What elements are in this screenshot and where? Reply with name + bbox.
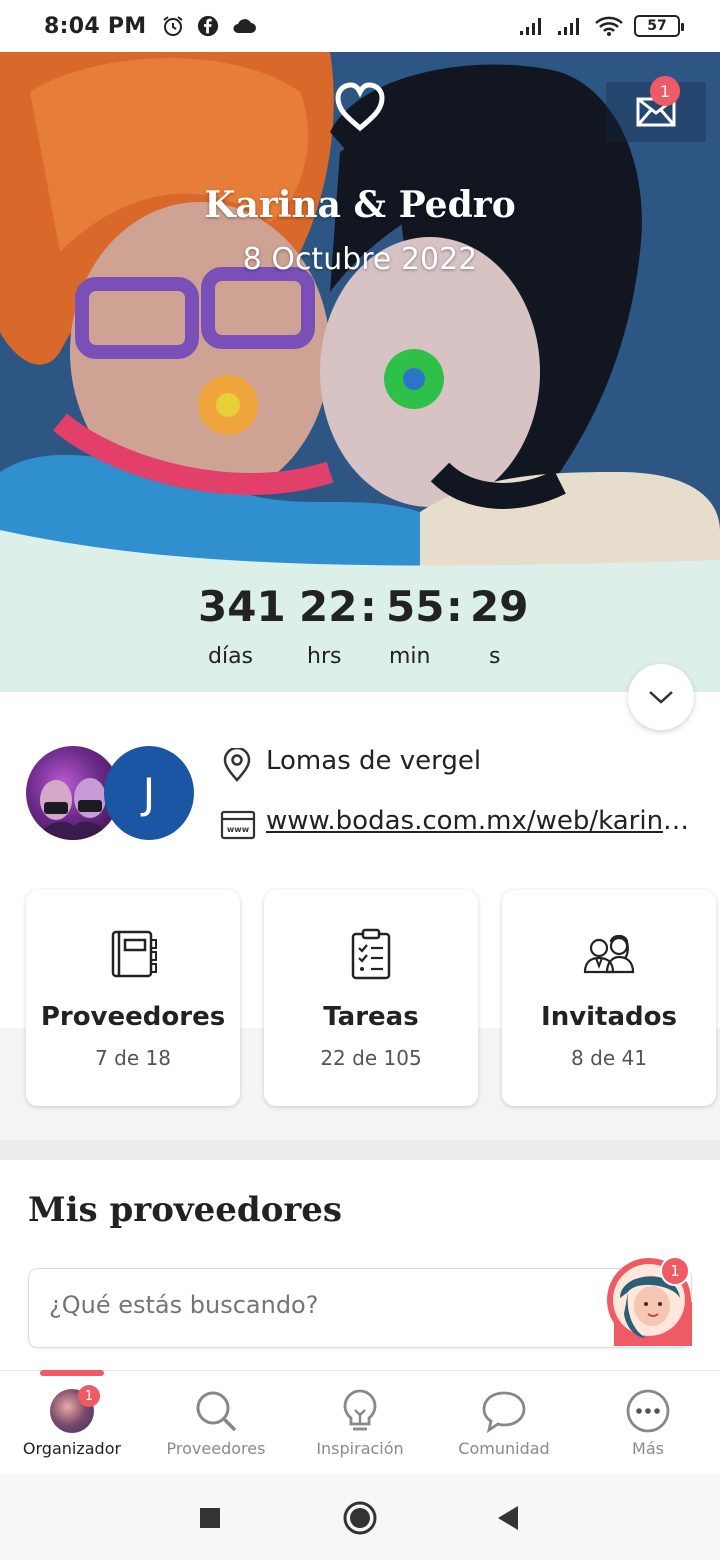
active-tab-indicator <box>40 1370 104 1376</box>
guests-icon <box>583 934 635 974</box>
messages-button[interactable]: 1 <box>606 76 706 142</box>
card-proveedores[interactable]: Proveedores 7 de 18 <box>26 890 240 1106</box>
expand-button[interactable] <box>628 664 694 730</box>
countdown-seconds: 29 <box>470 582 529 631</box>
card-tareas[interactable]: Tareas 22 de 105 <box>264 890 478 1106</box>
website-link[interactable]: www.bodas.com.mx/web/karina... <box>266 806 696 836</box>
countdown-hours-label: hrs <box>307 644 342 669</box>
home-button[interactable] <box>340 1498 380 1538</box>
location-pin-icon <box>223 748 251 782</box>
nav-comunidad[interactable]: Comunidad <box>432 1371 576 1475</box>
nav-proveedores[interactable]: Proveedores <box>144 1371 288 1475</box>
nav-organizador[interactable]: 1 Organizador <box>0 1371 144 1475</box>
search-icon <box>196 1391 237 1432</box>
status-time: 8:04 PM <box>44 13 147 39</box>
card-count: 8 de 41 <box>571 1046 647 1070</box>
countdown-separator: : <box>360 582 377 631</box>
system-navigation-bar <box>0 1474 720 1560</box>
card-count: 22 de 105 <box>320 1046 422 1070</box>
chevron-down-icon <box>649 691 673 704</box>
heart-logo-icon <box>335 82 385 132</box>
bottom-navigation: 1 Organizador Proveedores Inspiración Co… <box>0 1370 720 1474</box>
nav-mas[interactable]: Más <box>576 1371 720 1475</box>
battery-icon: 57 <box>634 15 684 37</box>
user-avatar[interactable]: J <box>104 746 194 840</box>
cloud-icon <box>233 19 256 33</box>
search-input[interactable] <box>49 1291 589 1319</box>
location-text: Lomas de vergel <box>266 746 482 776</box>
wifi-icon <box>595 16 623 36</box>
back-button[interactable] <box>488 1498 528 1538</box>
section-divider <box>0 1140 720 1160</box>
countdown-days: 341 <box>198 582 286 631</box>
more-dots-icon <box>626 1389 670 1433</box>
signal-icon-2 <box>558 18 579 35</box>
countdown-hours: 22 <box>299 582 358 631</box>
countdown-minutes-label: min <box>389 644 431 669</box>
signal-icon <box>520 18 541 35</box>
nav-label: Inspiración <box>316 1439 404 1458</box>
messages-badge: 1 <box>650 76 680 106</box>
lightbulb-icon <box>343 1389 377 1431</box>
countdown-separator: : <box>446 582 463 631</box>
website-icon: www <box>220 810 256 840</box>
svg-text:www: www <box>227 825 250 834</box>
nav-badge: 1 <box>78 1385 100 1407</box>
notebook-icon <box>111 930 157 978</box>
nav-label: Comunidad <box>458 1439 550 1458</box>
card-title: Invitados <box>541 1002 677 1032</box>
nav-inspiracion[interactable]: Inspiración <box>288 1371 432 1475</box>
countdown-seconds-label: s <box>489 644 501 669</box>
facebook-icon <box>197 15 218 37</box>
status-bar: 8:04 PM 57 <box>0 0 720 52</box>
section-title: Mis proveedores <box>28 1190 343 1230</box>
circle-home-icon <box>343 1501 377 1535</box>
countdown-minutes: 55 <box>386 582 445 631</box>
square-icon <box>200 1508 220 1528</box>
countdown-days-label: días <box>208 644 254 669</box>
couple-name: Karina & Pedro <box>204 184 516 226</box>
alarm-icon <box>162 16 183 36</box>
card-title: Proveedores <box>40 1002 226 1032</box>
chat-bubble-icon <box>482 1391 526 1433</box>
assistant-badge: 1 <box>660 1256 690 1286</box>
card-title: Tareas <box>323 1002 419 1032</box>
nav-label: Más <box>632 1439 664 1458</box>
triangle-back-icon <box>498 1506 518 1530</box>
search-box[interactable] <box>28 1268 692 1348</box>
card-count: 7 de 18 <box>95 1046 171 1070</box>
nav-label: Organizador <box>22 1439 122 1458</box>
recents-button[interactable] <box>190 1498 230 1538</box>
nav-label: Proveedores <box>166 1439 266 1458</box>
card-invitados[interactable]: Invitados 8 de 41 <box>502 890 716 1106</box>
clipboard-checklist-icon <box>351 928 391 980</box>
wedding-date: 8 Octubre 2022 <box>242 242 478 277</box>
